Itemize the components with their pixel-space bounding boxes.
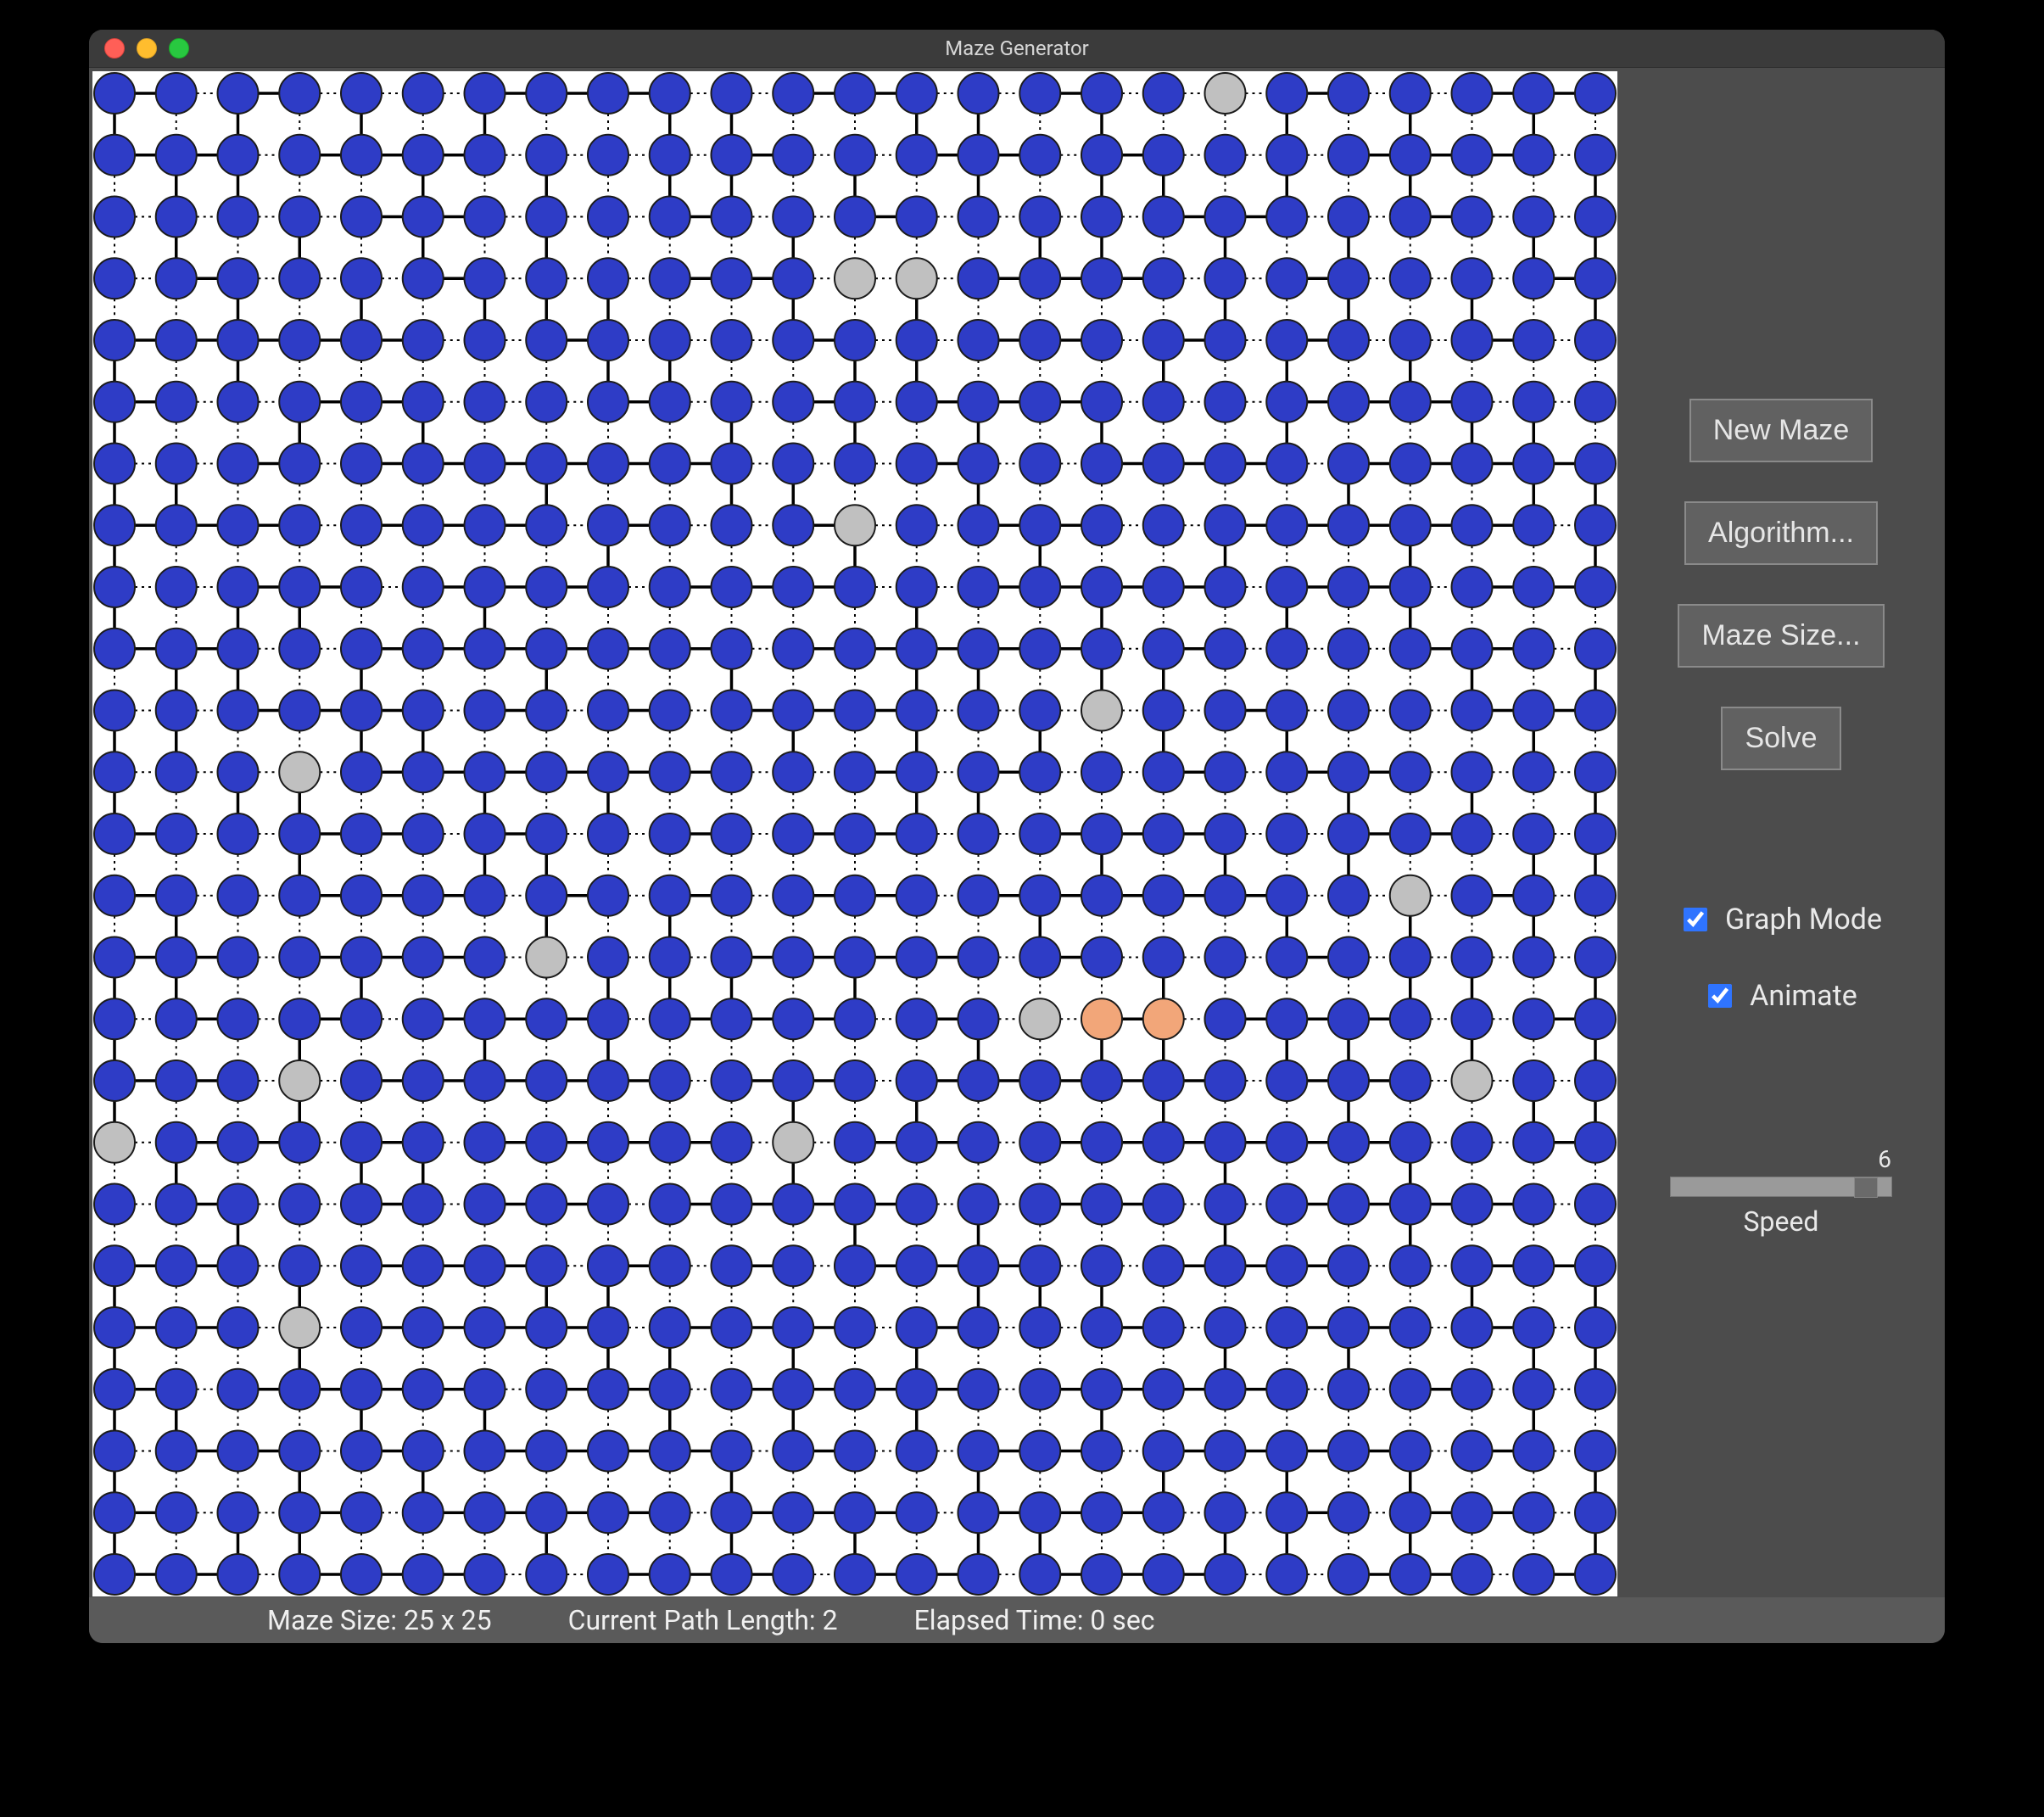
app-window: Maze Generator New Maze Algorithm... Maz… bbox=[89, 30, 1945, 1643]
solve-button[interactable]: Solve bbox=[1721, 707, 1840, 770]
algorithm-button[interactable]: Algorithm... bbox=[1684, 501, 1878, 565]
traffic-lights bbox=[89, 38, 189, 59]
close-icon[interactable] bbox=[104, 38, 125, 59]
graph-mode-label: Graph Mode bbox=[1725, 903, 1882, 936]
status-maze-size: Maze Size: 25 x 25 bbox=[267, 1604, 492, 1636]
graph-mode-checkbox-row[interactable]: Graph Mode bbox=[1680, 903, 1882, 936]
speed-value: 6 bbox=[1878, 1145, 1891, 1173]
graph-mode-checkbox[interactable] bbox=[1684, 908, 1707, 931]
speed-slider[interactable] bbox=[1670, 1177, 1892, 1197]
status-bar: Maze Size: 25 x 25 Current Path Length: … bbox=[89, 1597, 1945, 1643]
animate-checkbox-row[interactable]: Animate bbox=[1705, 979, 1857, 1013]
animate-label: Animate bbox=[1750, 979, 1857, 1013]
side-panel: New Maze Algorithm... Maze Size... Solve… bbox=[1617, 68, 1945, 1597]
titlebar: Maze Generator bbox=[89, 30, 1945, 68]
speed-label: Speed bbox=[1744, 1205, 1819, 1238]
animate-checkbox[interactable] bbox=[1708, 984, 1732, 1008]
minimize-icon[interactable] bbox=[137, 38, 157, 59]
status-elapsed-time: Elapsed Time: 0 sec bbox=[914, 1604, 1155, 1636]
new-maze-button[interactable]: New Maze bbox=[1689, 399, 1874, 462]
window-title: Maze Generator bbox=[89, 36, 1945, 60]
maze-canvas bbox=[92, 71, 1617, 1596]
maze-size-button[interactable]: Maze Size... bbox=[1678, 604, 1884, 668]
speed-slider-thumb[interactable] bbox=[1854, 1177, 1878, 1198]
zoom-icon[interactable] bbox=[169, 38, 189, 59]
status-path-length: Current Path Length: 2 bbox=[568, 1604, 838, 1636]
